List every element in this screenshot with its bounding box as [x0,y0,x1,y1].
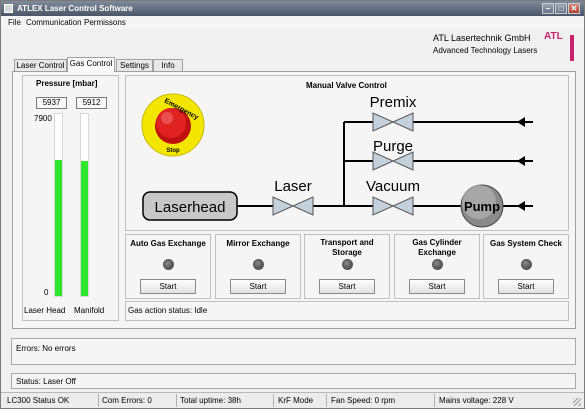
status-led-icon [253,259,264,270]
gas-system-check-start-button[interactable]: Start [498,279,554,294]
pressure-title: Pressure [mbar] [36,79,98,88]
company-tagline: Advanced Technology Lasers [433,46,538,55]
scale-max-label: 7900 [34,114,52,123]
laser-head-pressure-value: 5937 [36,97,67,109]
op-transport-storage: Transport and Storage Start [304,234,390,299]
pressure-group [22,75,119,321]
emergency-stop-button[interactable]: Emergency Stop [141,93,205,157]
op-title: Mirror Exchange [226,239,290,248]
manifold-pressure-fill [81,161,88,296]
scale-min-label: 0 [44,288,49,297]
status-led-icon [521,259,532,270]
krf-mode: KrF Mode [278,396,314,405]
errors-text: Errors: No errors [16,344,76,353]
title-bar[interactable]: ATLEX Laser Control Software – □ ✕ [1,1,584,16]
laser-valve-label: Laser [274,178,312,195]
gas-action-status: Gas action status: Idle [128,306,208,315]
purge-arrow-icon [517,156,525,166]
op-auto-gas-exchange: Auto Gas Exchange Start [125,234,211,299]
menu-file[interactable]: File [8,18,21,27]
logo-bar [570,35,574,61]
total-uptime: Total uptime: 38h [180,396,241,405]
tab-gas-control[interactable]: Gas Control [67,57,115,72]
vacuum-arrow-icon [517,201,525,211]
company-name: ATL Lasertechnik GmbH [433,33,531,43]
status-led-icon [342,259,353,270]
com-errors: Com Errors: 0 [102,396,152,405]
menu-communication[interactable]: Communication [26,18,82,27]
mirror-exchange-start-button[interactable]: Start [230,279,286,294]
app-icon [4,4,13,13]
status-separator [434,394,435,407]
lc300-status: LC300 Status OK [7,396,70,405]
premix-valve[interactable] [372,112,414,132]
menu-permissions[interactable]: Permissons [84,18,126,27]
status-panel [11,373,576,389]
status-separator [326,394,327,407]
tab-info[interactable]: Info [153,59,183,71]
status-separator [273,394,274,407]
vacuum-valve[interactable] [372,196,414,216]
status-led-icon [163,259,174,270]
status-separator [98,394,99,407]
tab-laser-control[interactable]: Laser Control [14,59,67,71]
manifold-pressure-bar [80,113,89,297]
op-gas-system-check: Gas System Check Start [483,234,569,299]
laserhead-box: Laserhead [142,191,238,221]
fan-speed: Fan Speed: 0 rpm [331,396,396,405]
gas-cylinder-exchange-start-button[interactable]: Start [409,279,465,294]
menu-bar: File Communication Permissons [1,16,584,29]
manifold-pressure-value: 5912 [76,97,107,109]
errors-panel [11,338,576,365]
window-title: ATLEX Laser Control Software [17,4,133,13]
transport-storage-start-button[interactable]: Start [319,279,375,294]
main-window: ATLEX Laser Control Software – □ ✕ File … [0,0,585,409]
atl-logo: ATL [544,31,576,61]
vacuum-valve-label: Vacuum [366,178,420,195]
auto-gas-exchange-start-button[interactable]: Start [140,279,196,294]
close-button[interactable]: ✕ [568,3,580,14]
op-gas-cylinder-exchange: Gas Cylinder Exchange Start [394,234,480,299]
status-led-icon [432,259,443,270]
pump-button[interactable]: Pump [460,184,504,228]
stop-label: Stop [166,148,180,154]
status-bar: LC300 Status OK Com Errors: 0 Total upti… [1,392,584,408]
laser-head-pressure-fill [55,159,62,296]
op-title: Gas Cylinder Exchange [412,238,462,257]
op-title: Gas System Check [489,239,563,248]
laser-head-label: Laser Head [24,306,66,315]
status-separator [176,394,177,407]
laser-head-pressure-bar [54,113,63,297]
tab-settings[interactable]: Settings [116,59,153,71]
pump-label: Pump [464,199,500,214]
logo-text: ATL [544,31,563,42]
op-mirror-exchange: Mirror Exchange Start [215,234,301,299]
premix-valve-label: Premix [370,94,417,111]
purge-valve-label: Purge [373,138,413,155]
premix-arrow-icon [517,117,525,127]
resize-grip-icon[interactable] [573,398,581,406]
maximize-button[interactable]: □ [555,3,567,14]
valve-diagram: Emergency Stop Laserhead Laser Premix Pu… [141,93,533,228]
op-title: Transport and Storage [320,238,374,257]
mains-voltage: Mains voltage: 228 V [439,396,514,405]
laser-valve[interactable] [272,196,314,216]
status-text: Status: Laser Off [16,377,76,386]
manifold-label: Manifold [74,306,105,315]
laserhead-label: Laserhead [155,199,226,216]
minimize-button[interactable]: – [542,3,554,14]
op-title: Auto Gas Exchange [130,239,206,248]
